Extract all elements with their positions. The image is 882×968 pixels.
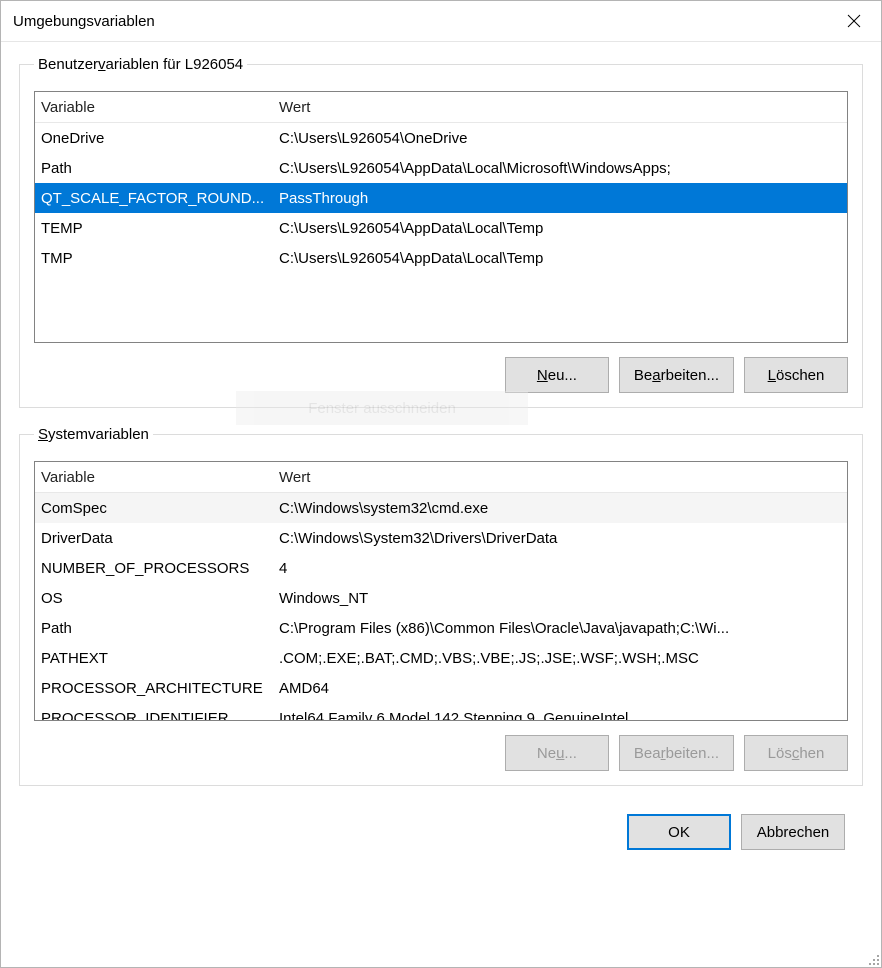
cell-value: Intel64 Family 6 Model 142 Stepping 9, G… (273, 710, 847, 721)
btn-label: Be (634, 367, 652, 384)
cell-value: C:\Users\L926054\AppData\Local\Temp (273, 220, 847, 237)
table-row[interactable]: TEMPC:\Users\L926054\AppData\Local\Temp (35, 213, 847, 243)
user-buttons-row: Neu... Bearbeiten... Löschen (34, 357, 848, 393)
table-row[interactable]: ComSpecC:\Windows\system32\cmd.exe (35, 493, 847, 523)
cell-value: C:\Windows\System32\Drivers\DriverData (273, 530, 847, 547)
env-vars-dialog: Umgebungsvariablen Benutzervariablen für… (0, 0, 882, 968)
table-row[interactable]: PATHEXT.COM;.EXE;.BAT;.CMD;.VBS;.VBE;.JS… (35, 643, 847, 673)
resize-grip-icon[interactable] (866, 952, 880, 966)
cell-variable: OneDrive (35, 130, 273, 147)
ghost-snip-button: Fenster ausschneiden (236, 391, 528, 425)
legend-text: ystemvariablen (48, 426, 149, 443)
list-body: OneDriveC:\Users\L926054\OneDrivePathC:\… (35, 123, 847, 342)
btn-label: ... (564, 745, 577, 762)
cell-variable: ComSpec (35, 500, 273, 517)
ok-button[interactable]: OK (627, 814, 731, 850)
cell-variable: PROCESSOR_ARCHITECTURE (35, 680, 273, 697)
cell-variable: NUMBER_OF_PROCESSORS (35, 560, 273, 577)
system-buttons-row: Neu... Bearbeiten... Löschen (34, 735, 848, 771)
cell-value: Windows_NT (273, 590, 847, 607)
column-header-variable[interactable]: Variable (35, 469, 273, 486)
btn-label: öschen (776, 367, 824, 384)
btn-accelerator: L (768, 367, 776, 384)
cell-value: 4 (273, 560, 847, 577)
user-edit-button[interactable]: Bearbeiten... (619, 357, 734, 393)
table-row[interactable]: TMPC:\Users\L926054\AppData\Local\Temp (35, 243, 847, 273)
cell-value: C:\Program Files (x86)\Common Files\Orac… (273, 620, 847, 637)
table-row[interactable]: DriverDataC:\Windows\System32\Drivers\Dr… (35, 523, 847, 553)
cell-variable: TEMP (35, 220, 273, 237)
legend-accelerator: v (98, 56, 106, 73)
dialog-bottom-buttons: OK Abbrechen (19, 804, 863, 850)
cell-value: AMD64 (273, 680, 847, 697)
legend-text: Benutzer (38, 56, 98, 73)
btn-label: Bea (634, 745, 661, 762)
list-body: ComSpecC:\Windows\system32\cmd.exeDriver… (35, 493, 847, 720)
table-row[interactable]: PathC:\Program Files (x86)\Common Files\… (35, 613, 847, 643)
cell-variable: Path (35, 160, 273, 177)
cell-variable: DriverData (35, 530, 273, 547)
user-new-button[interactable]: Neu... (505, 357, 609, 393)
dialog-content: Benutzervariablen für L926054 Variable W… (1, 42, 881, 967)
cell-value: C:\Users\L926054\AppData\Local\Microsoft… (273, 160, 847, 177)
cell-variable: QT_SCALE_FACTOR_ROUND... (35, 190, 273, 207)
column-header-value[interactable]: Wert (273, 469, 847, 486)
table-row[interactable]: OneDriveC:\Users\L926054\OneDrive (35, 123, 847, 153)
user-variables-list[interactable]: Variable Wert OneDriveC:\Users\L926054\O… (34, 91, 848, 343)
close-icon (847, 14, 861, 28)
table-row[interactable]: OSWindows_NT (35, 583, 847, 613)
cell-variable: OS (35, 590, 273, 607)
system-variables-group: Systemvariablen Variable Wert ComSpecC:\… (19, 426, 863, 786)
cell-value: PassThrough (273, 190, 847, 207)
table-row[interactable]: NUMBER_OF_PROCESSORS4 (35, 553, 847, 583)
list-header: Variable Wert (35, 92, 847, 123)
user-variables-group: Benutzervariablen für L926054 Variable W… (19, 56, 863, 408)
column-header-value[interactable]: Wert (273, 99, 847, 116)
user-variables-legend: Benutzervariablen für L926054 (34, 56, 247, 73)
list-header: Variable Wert (35, 462, 847, 493)
user-delete-button[interactable]: Löschen (744, 357, 848, 393)
cell-variable: PROCESSOR_IDENTIFIER (35, 710, 273, 721)
legend-text: ariablen für L926054 (106, 56, 244, 73)
table-row[interactable]: PathC:\Users\L926054\AppData\Local\Micro… (35, 153, 847, 183)
cell-variable: Path (35, 620, 273, 637)
cancel-button[interactable]: Abbrechen (741, 814, 845, 850)
table-row[interactable]: QT_SCALE_FACTOR_ROUND...PassThrough (35, 183, 847, 213)
cell-variable: PATHEXT (35, 650, 273, 667)
system-delete-button[interactable]: Löschen (744, 735, 848, 771)
table-row[interactable]: PROCESSOR_IDENTIFIERIntel64 Family 6 Mod… (35, 703, 847, 720)
legend-accelerator: S (38, 426, 48, 443)
btn-label: Ne (537, 745, 556, 762)
table-row[interactable]: PROCESSOR_ARCHITECTUREAMD64 (35, 673, 847, 703)
cell-value: C:\Windows\system32\cmd.exe (273, 500, 847, 517)
column-header-variable[interactable]: Variable (35, 99, 273, 116)
window-title: Umgebungsvariablen (13, 13, 155, 30)
btn-label: rbeiten... (661, 367, 719, 384)
system-edit-button[interactable]: Bearbeiten... (619, 735, 734, 771)
system-variables-list[interactable]: Variable Wert ComSpecC:\Windows\system32… (34, 461, 848, 721)
cell-value: C:\Users\L926054\AppData\Local\Temp (273, 250, 847, 267)
window-close-button[interactable] (827, 1, 881, 41)
btn-label: eu... (548, 367, 577, 384)
cell-variable: TMP (35, 250, 273, 267)
btn-accelerator: N (537, 367, 548, 384)
btn-accelerator: a (652, 367, 660, 384)
cell-value: .COM;.EXE;.BAT;.CMD;.VBS;.VBE;.JS;.JSE;.… (273, 650, 847, 667)
titlebar: Umgebungsvariablen (1, 1, 881, 42)
btn-label: beiten... (666, 745, 719, 762)
btn-label: Lös (768, 745, 792, 762)
system-new-button[interactable]: Neu... (505, 735, 609, 771)
cell-value: C:\Users\L926054\OneDrive (273, 130, 847, 147)
system-variables-legend: Systemvariablen (34, 426, 153, 443)
btn-label: hen (799, 745, 824, 762)
